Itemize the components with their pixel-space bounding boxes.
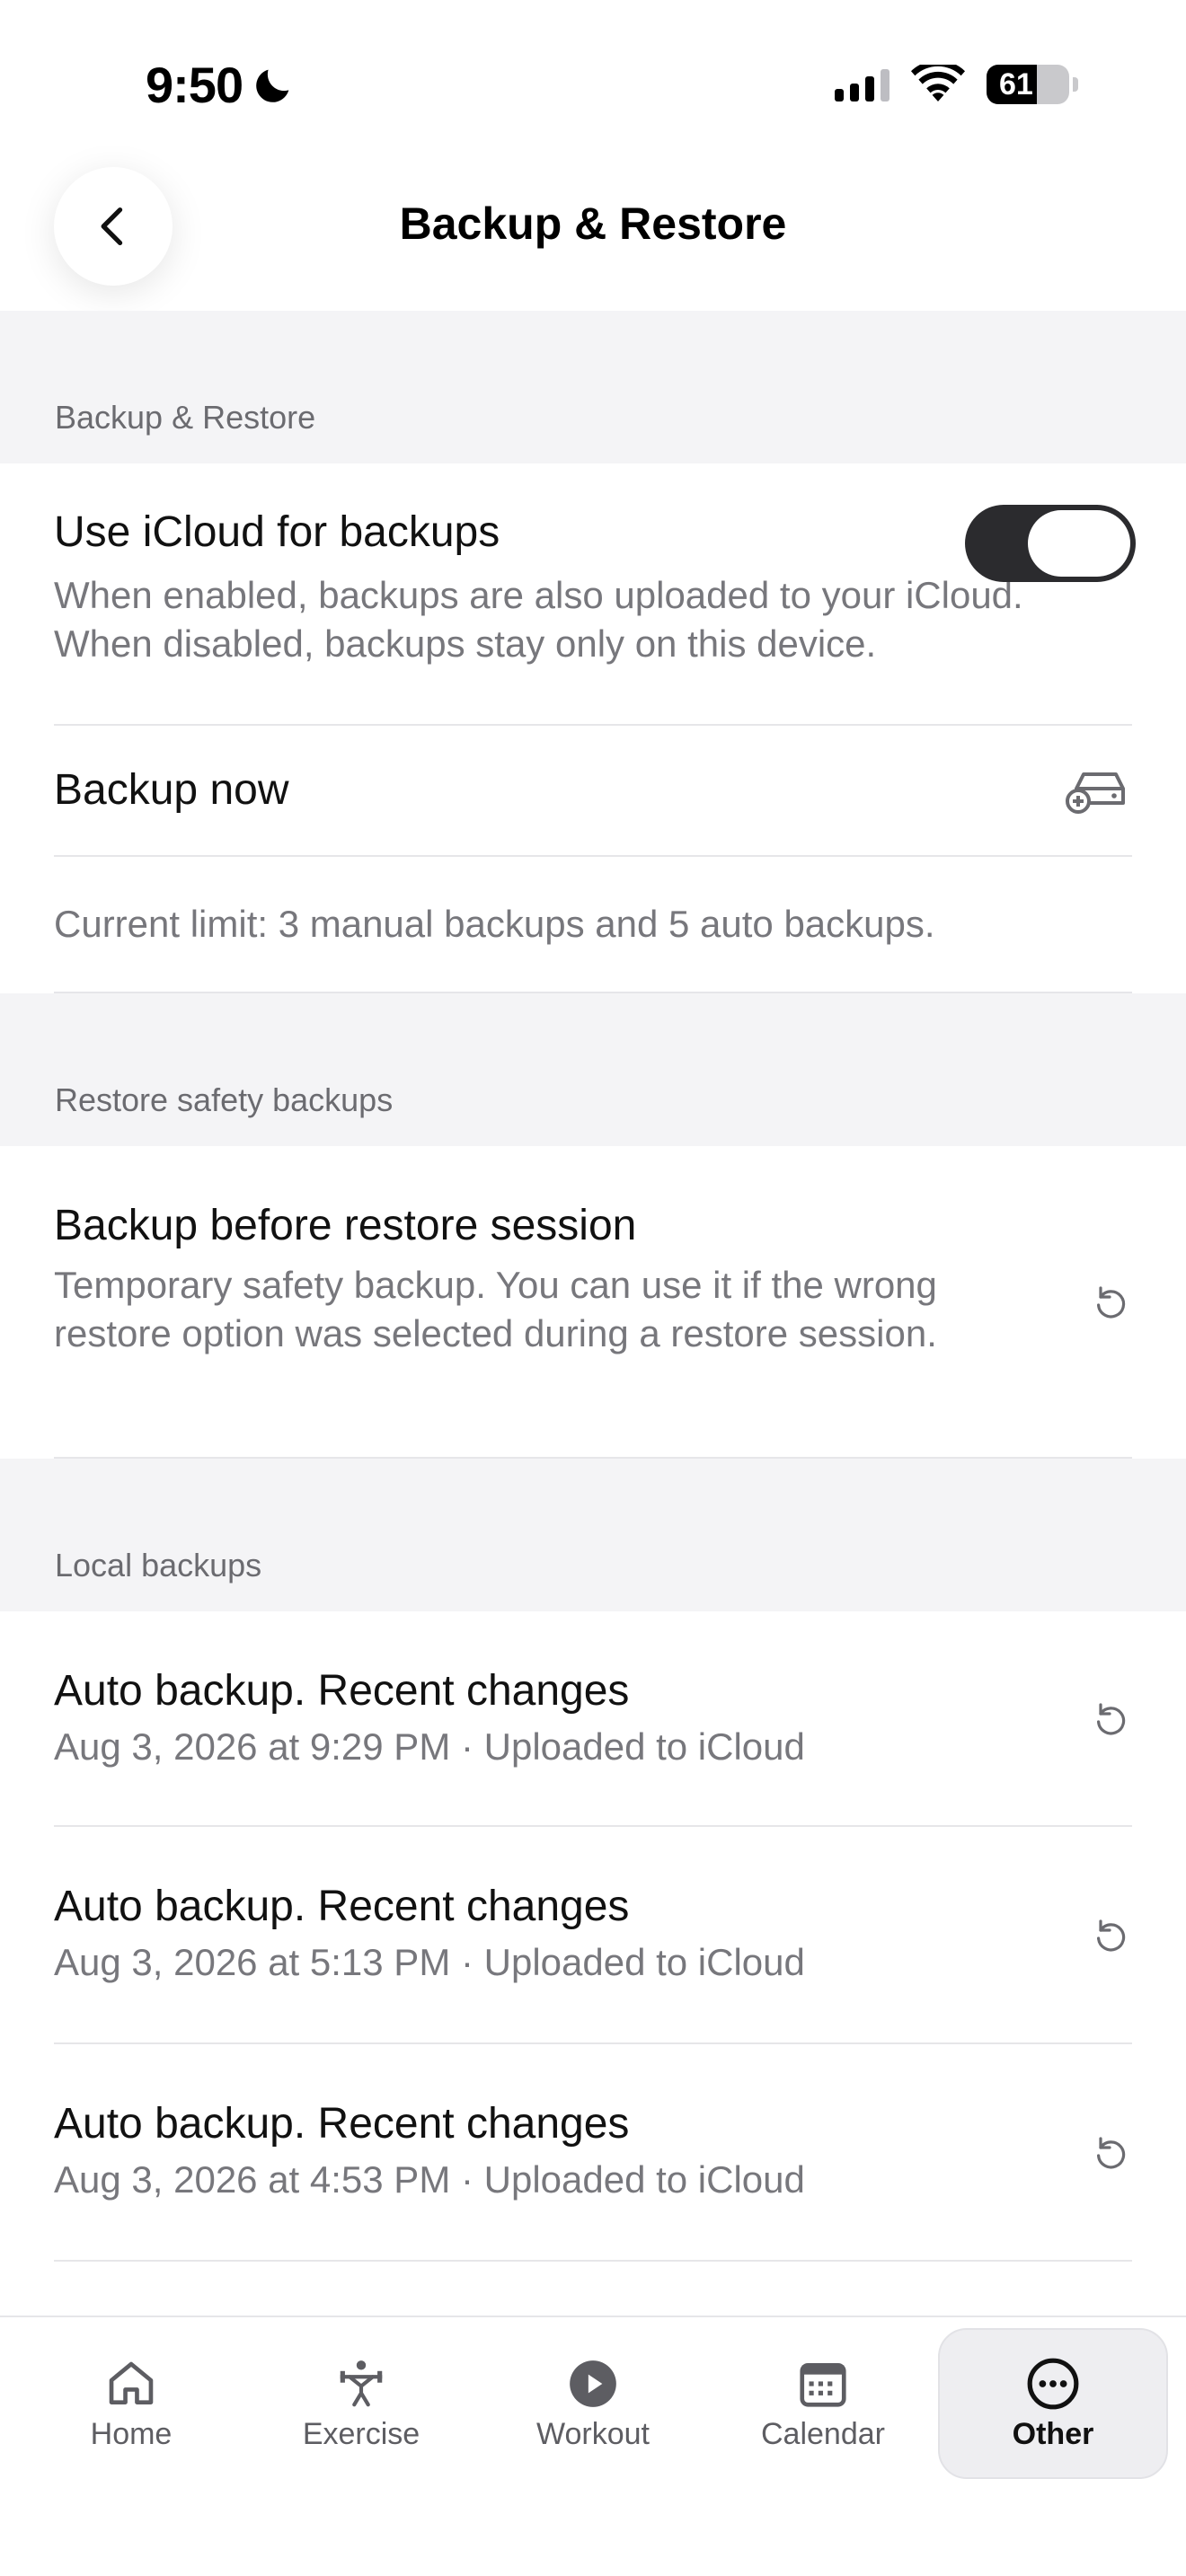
restore-icon[interactable] [1089, 1280, 1132, 1323]
restore-icon[interactable] [1089, 1913, 1132, 1956]
wifi-icon [911, 65, 965, 101]
tab-calendar[interactable]: Calendar [708, 2328, 938, 2479]
local-backup-item[interactable]: Auto backup. Recent changes Aug 3, 2026 … [54, 1827, 1132, 2044]
local-backups-group: Auto backup. Recent changes Aug 3, 2026 … [0, 1611, 1186, 2262]
safety-backup-description: Temporary safety backup. You can use it … [54, 1263, 937, 1355]
local-backup-title: Auto backup. Recent changes [54, 1667, 630, 1715]
play-icon [570, 2360, 616, 2407]
status-bar: 9:50 61 [0, 0, 1186, 171]
settings-content: Backup & Restore Use iCloud for backups … [0, 311, 1186, 2262]
icloud-backup-description: When enabled, backups are also uploaded … [54, 573, 1023, 666]
page-title: Backup & Restore [399, 198, 787, 249]
toggle-knob [1028, 510, 1130, 577]
limit-info-row: Current limit: 3 manual backups and 5 au… [54, 857, 1132, 993]
backup-group: Use iCloud for backups When enabled, bac… [0, 463, 1186, 993]
exercise-icon [340, 2360, 383, 2406]
local-backup-title: Auto backup. Recent changes [54, 1883, 630, 1930]
battery-cap [1073, 77, 1078, 92]
home-icon [109, 2361, 154, 2404]
status-indicators: 61 [835, 65, 1078, 104]
status-time: 9:50 [146, 56, 296, 114]
local-backup-title: Auto backup. Recent changes [54, 2100, 630, 2148]
tab-workout[interactable]: Workout [478, 2328, 708, 2479]
local-backup-subtitle: Aug 3, 2026 at 4:53 PM · Uploaded to iCl… [54, 2157, 805, 2201]
safety-backup-row[interactable]: Backup before restore session Temporary … [54, 1146, 1132, 1459]
section-header-backup: Backup & Restore [0, 311, 1186, 463]
icloud-backup-row: Use iCloud for backups When enabled, bac… [54, 463, 1136, 726]
local-backup-subtitle: Aug 3, 2026 at 9:29 PM · Uploaded to iCl… [54, 1725, 805, 1768]
restore-icon[interactable] [1089, 1697, 1132, 1740]
backup-limit-text: Current limit: 3 manual backups and 5 au… [54, 902, 935, 945]
local-backup-item[interactable]: Auto backup. Recent changes Aug 3, 2026 … [54, 2044, 1132, 2262]
safety-group: Backup before restore session Temporary … [0, 1146, 1186, 1459]
tab-exercise[interactable]: Exercise [246, 2328, 476, 2479]
tab-home[interactable]: Home [16, 2328, 246, 2479]
tab-other[interactable]: Other [938, 2328, 1168, 2479]
section-header-safety: Restore safety backups [0, 993, 1186, 1146]
backup-now-label: Backup now [54, 766, 289, 815]
moon-icon [256, 69, 289, 102]
calendar-icon [800, 2362, 846, 2407]
backup-now-row[interactable]: Backup now [54, 726, 1132, 857]
tab-bar: Home Exercise Workout Calendar Other [0, 2316, 1186, 2576]
more-icon [1027, 2358, 1079, 2409]
battery-icon: 61 [987, 65, 1069, 104]
restore-icon[interactable] [1089, 2130, 1132, 2174]
section-header-local: Local backups [0, 1459, 1186, 1611]
safety-backup-title: Backup before restore session [54, 1202, 637, 1249]
add-backup-icon[interactable] [1064, 769, 1132, 814]
icloud-backup-toggle[interactable] [965, 505, 1136, 582]
local-backup-subtitle: Aug 3, 2026 at 5:13 PM · Uploaded to iCl… [54, 1940, 805, 1983]
cellular-signal-icon [835, 67, 890, 101]
local-backup-item[interactable]: Auto backup. Recent changes Aug 3, 2026 … [54, 1611, 1132, 1827]
